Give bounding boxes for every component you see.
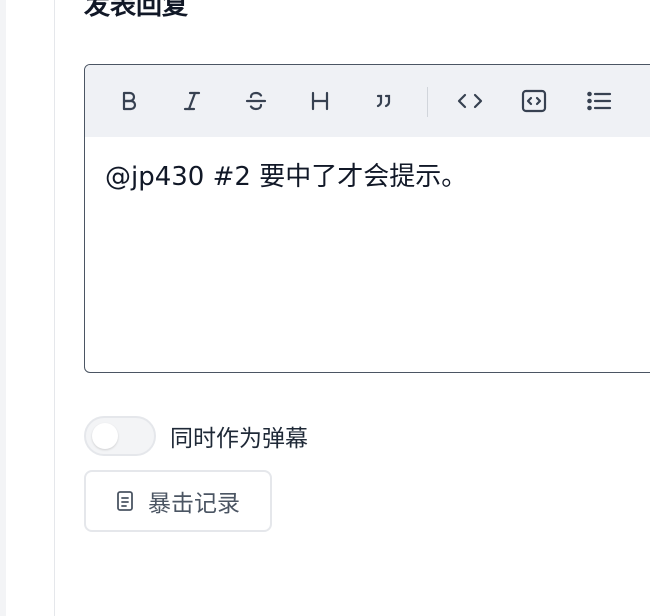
ordered-list-button[interactable] [643,83,650,119]
heading-icon [311,91,329,111]
section-title: 发表回复 [84,0,189,21]
left-edge-strip [0,0,6,616]
strikethrough-icon [245,91,267,111]
toolbar-separator [427,87,428,117]
toggle-knob [92,423,118,449]
code-block-icon [521,89,547,113]
italic-icon [183,91,201,111]
italic-button[interactable] [174,83,210,119]
document-icon [116,490,134,512]
code-icon [457,93,483,109]
editor-toolbar [85,65,650,137]
bullet-list-button[interactable] [581,83,617,119]
history-button[interactable]: 暴击记录 [84,470,272,532]
bullet-list-icon [587,91,612,111]
code-button[interactable] [452,83,488,119]
danmaku-toggle-row: 同时作为弹幕 [84,414,308,458]
danmaku-toggle-label: 同时作为弹幕 [170,426,308,452]
bold-icon [122,91,137,111]
code-block-button[interactable] [516,83,552,119]
reply-editor[interactable]: @jp430 #2 要中了才会提示。 [84,64,650,373]
strikethrough-button[interactable] [238,83,274,119]
history-button-label: 暴击记录 [148,491,240,517]
danmaku-toggle[interactable] [84,416,156,456]
quote-button[interactable] [366,83,402,119]
bold-button[interactable] [111,83,147,119]
editor-content[interactable]: @jp430 #2 要中了才会提示。 [105,161,650,193]
heading-button[interactable] [302,83,338,119]
quote-icon [376,94,391,108]
content-divider [54,0,55,616]
